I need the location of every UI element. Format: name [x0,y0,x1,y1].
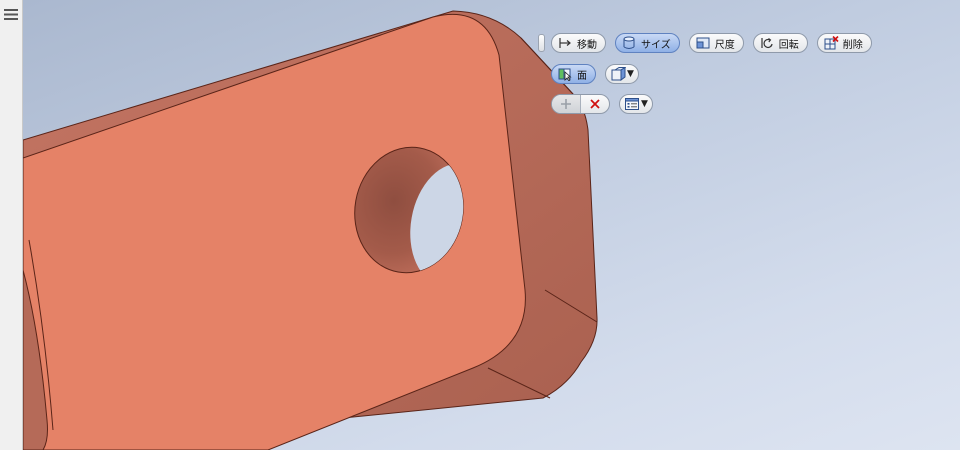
left-side-panel [0,0,23,450]
options-dropdown[interactable]: ▼ [619,94,653,114]
move-button[interactable]: 移動 [551,33,606,53]
chevron-down-icon: ▼ [627,68,634,79]
cancel-button[interactable] [580,95,609,113]
rotate-button[interactable]: 回転 [752,33,808,53]
apply-cancel-group [551,94,610,114]
part-model[interactable] [23,0,960,450]
selection-mode-icon [611,67,626,81]
rotate-label: 回転 [778,39,799,51]
chevron-down-icon: ▼ [641,98,648,109]
move-label: 移動 [577,39,597,51]
face-select-button[interactable]: 面 [551,64,596,84]
toolbar-grip-handle[interactable] [538,34,545,52]
plus-icon [561,99,571,109]
face-select-icon [558,68,572,81]
scale-box-icon [696,37,710,49]
mini-toolbar-row-1: 移動 サイズ 尺度 回転 削除 [538,33,872,53]
cylinder-size-icon [623,36,635,49]
options-list-icon [625,98,639,110]
selection-mode-dropdown[interactable]: ▼ [605,64,639,84]
app-window: 移動 サイズ 尺度 回転 削除 面 ▼ ▼ [0,0,960,450]
delete-label: 削除 [842,39,863,51]
3d-viewport[interactable]: 移動 サイズ 尺度 回転 削除 面 ▼ ▼ [23,0,960,450]
apply-button[interactable] [552,95,580,113]
rotate-icon [761,38,773,49]
mini-toolbar-row-2: 面 ▼ [551,64,639,84]
hamburger-menu-icon[interactable] [2,4,19,24]
delete-grid-icon [824,36,839,50]
move-arrow-icon [559,38,571,48]
x-icon [590,99,600,109]
scale-label: 尺度 [714,39,735,51]
delete-button[interactable]: 削除 [816,33,872,53]
face-label: 面 [577,70,587,82]
scale-button[interactable]: 尺度 [688,33,744,53]
mini-toolbar-row-3: ▼ [551,94,653,114]
size-button[interactable]: サイズ [615,33,680,53]
size-label: サイズ [641,39,671,51]
